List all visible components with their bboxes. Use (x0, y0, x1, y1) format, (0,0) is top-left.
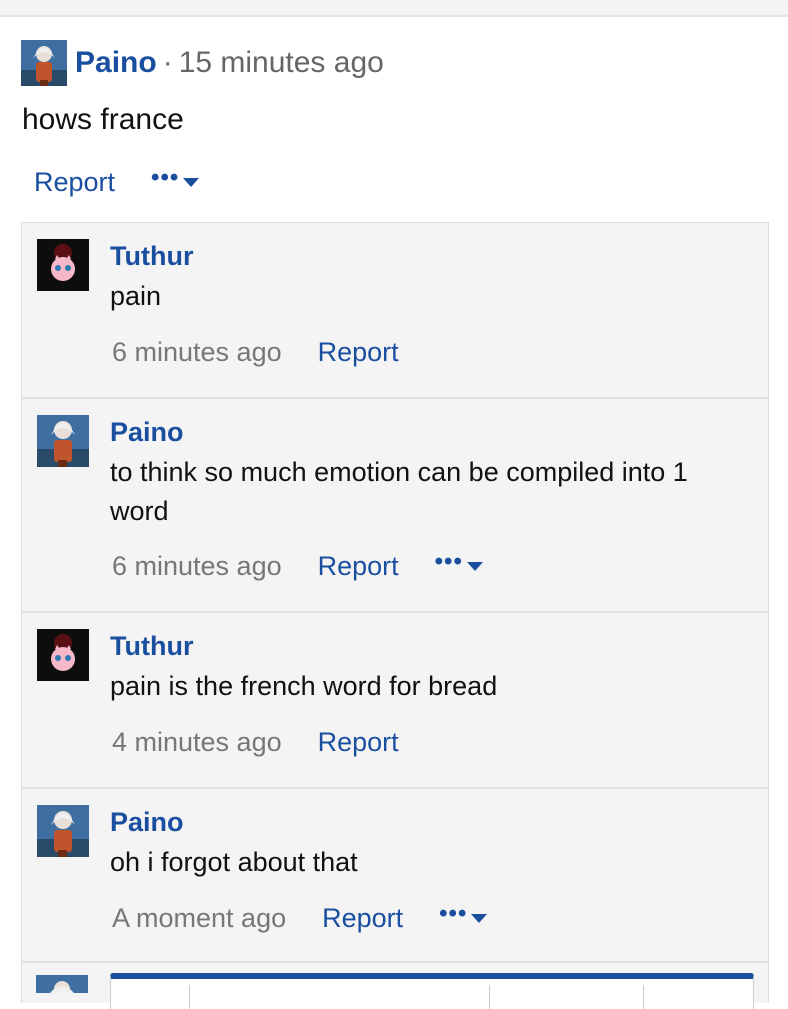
jigglypuff-avatar[interactable] (37, 239, 89, 291)
comment-time: 15 minutes ago (178, 46, 384, 79)
reply-meta: 6 minutes ago Report ••• (112, 549, 483, 582)
comment-header: Paino · 15 minutes ago (21, 39, 384, 87)
toolbar-divider (189, 985, 190, 1009)
report-link[interactable]: Report (318, 727, 399, 758)
more-options-button[interactable]: ••• (435, 549, 483, 574)
separator: · (162, 46, 173, 79)
paino-avatar[interactable] (37, 415, 89, 467)
report-link[interactable]: Report (318, 337, 399, 368)
toolbar-divider (643, 985, 644, 1009)
reply-time: 6 minutes ago (112, 337, 282, 367)
report-link[interactable]: Report (318, 551, 399, 582)
report-link[interactable]: Report (322, 903, 403, 934)
reply-meta: A moment ago Report ••• (112, 901, 488, 934)
paino-avatar (36, 975, 88, 993)
paino-avatar[interactable] (21, 40, 67, 86)
reply-time: 6 minutes ago (112, 551, 282, 581)
reply-author[interactable]: Paino (110, 807, 184, 838)
toolbar-divider (489, 985, 490, 1009)
more-options-button[interactable]: ••• (439, 901, 488, 926)
ellipsis-icon: ••• (151, 163, 180, 191)
reply-text: pain (110, 281, 162, 311)
reply-item: Tuthur pain 6 minutes ago Report (22, 223, 768, 399)
caret-down-icon (183, 178, 200, 187)
reply-meta: 6 minutes ago Report (112, 337, 399, 368)
reply-item: Paino to think so much emotion can be co… (22, 399, 768, 613)
ellipsis-icon: ••• (439, 899, 468, 927)
more-options-button[interactable]: ••• (151, 165, 200, 190)
reply-author[interactable]: Tuthur (110, 241, 193, 272)
reply-text: pain is the french word for bread (110, 671, 498, 701)
reply-time: 4 minutes ago (112, 727, 282, 757)
replies-panel: Tuthur pain 6 minutes ago Report Paino t… (21, 222, 769, 1003)
reply-meta: 4 minutes ago Report (112, 727, 399, 758)
reply-editor[interactable] (110, 973, 754, 1009)
reply-item: Paino oh i forgot about that A moment ag… (22, 789, 768, 963)
paino-avatar[interactable] (37, 805, 89, 857)
reply-text: to think so much emotion can be compiled… (110, 457, 688, 526)
reply-author[interactable]: Paino (110, 417, 184, 448)
comment-actions: Report ••• (34, 165, 200, 198)
caret-down-icon (471, 914, 488, 923)
top-bar (0, 0, 788, 17)
jigglypuff-avatar[interactable] (37, 629, 89, 681)
comment-author[interactable]: Paino (75, 46, 157, 80)
ellipsis-icon: ••• (434, 547, 463, 575)
reply-item: Tuthur pain is the french word for bread… (22, 613, 768, 789)
comment-text: hows france (22, 103, 184, 136)
reply-author[interactable]: Tuthur (110, 631, 193, 662)
caret-down-icon (466, 562, 483, 571)
reply-text: oh i forgot about that (110, 847, 358, 877)
report-link[interactable]: Report (34, 167, 115, 198)
reply-time: A moment ago (112, 903, 287, 933)
